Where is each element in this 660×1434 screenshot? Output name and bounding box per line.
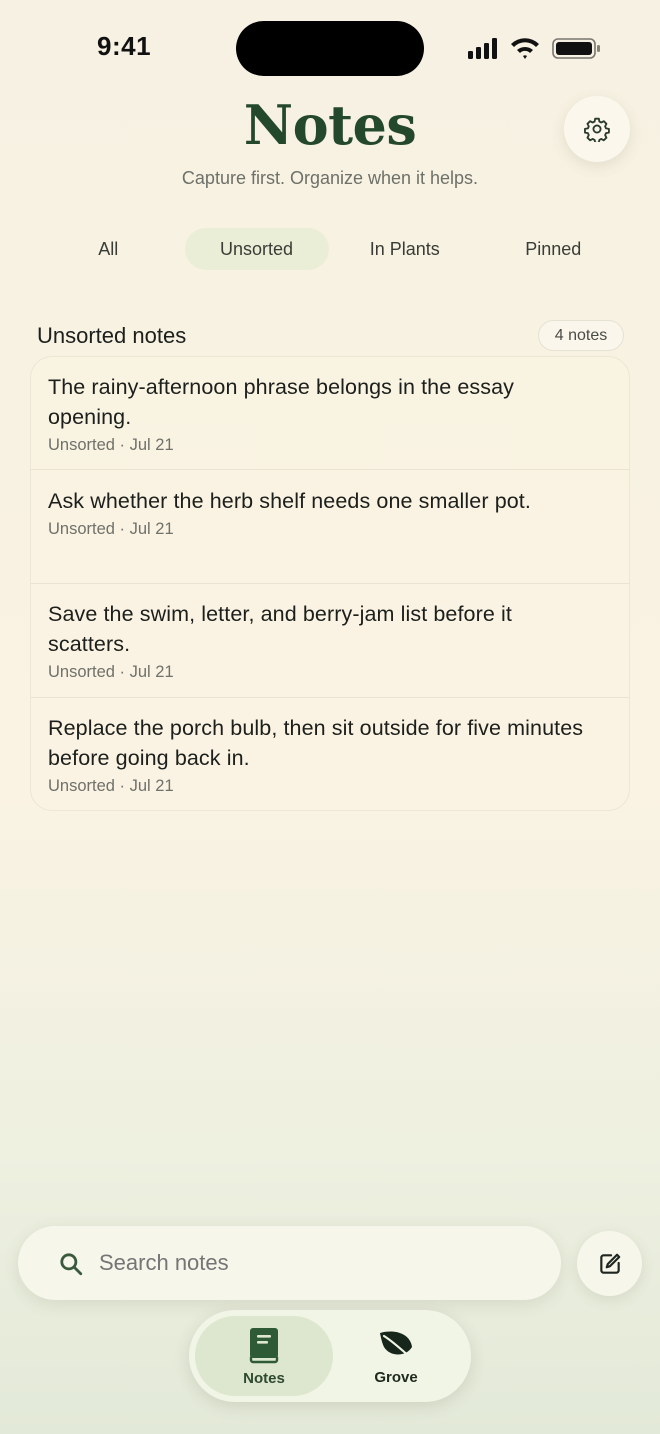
battery-icon <box>552 38 600 59</box>
note-meta: Unsorted · Jul 21 <box>48 777 174 795</box>
page-subtitle: Capture first. Organize when it helps. <box>181 168 479 188</box>
tab-pinned[interactable]: Pinned <box>479 228 628 270</box>
status-bar: 9:41 <box>0 0 660 96</box>
list-item[interactable]: Save the swim, letter, and berry-jam lis… <box>31 584 629 698</box>
note-text: The rainy-afternoon phrase belongs in th… <box>48 375 515 429</box>
status-icons <box>468 38 600 59</box>
note-meta: Unsorted · Jul 21 <box>48 436 174 454</box>
tab-in-plants[interactable]: In Plants <box>331 228 480 270</box>
tab-unsorted[interactable]: Unsorted <box>184 228 329 270</box>
bottom-tab-bar: Notes Grove <box>189 1310 471 1402</box>
note-meta: Unsorted · Jul 21 <box>48 663 174 681</box>
filter-tabs: All Unsorted In Plants Pinned <box>34 228 628 270</box>
search-bar[interactable] <box>18 1226 561 1300</box>
list-item[interactable]: Ask whether the herb shelf needs one sma… <box>31 470 629 584</box>
compose-icon <box>599 1253 620 1274</box>
notebook-icon <box>249 1327 279 1363</box>
search-icon <box>60 1253 83 1276</box>
tabbar-label-notes: Notes <box>243 1369 285 1387</box>
list-item[interactable]: Replace the porch bulb, then sit outside… <box>31 698 629 810</box>
section-title: Unsorted notes <box>37 323 187 348</box>
leaf-icon <box>380 1331 414 1360</box>
page-title: Notes <box>243 93 417 157</box>
compose-button[interactable] <box>577 1231 642 1296</box>
gear-icon <box>584 117 610 142</box>
note-text: Save the swim, letter, and berry-jam lis… <box>48 602 512 656</box>
settings-button[interactable] <box>564 96 630 162</box>
list-item[interactable]: The rainy-afternoon phrase belongs in th… <box>31 357 629 470</box>
tabbar-label-grove: Grove <box>374 1368 418 1386</box>
dynamic-island <box>236 21 424 76</box>
tabbar-item-grove[interactable]: Grove <box>327 1316 465 1396</box>
status-time: 9:41 <box>97 31 152 61</box>
note-meta: Unsorted · Jul 21 <box>48 520 174 538</box>
signal-icon <box>468 38 497 59</box>
search-input[interactable] <box>99 1250 539 1276</box>
tab-all[interactable]: All <box>34 228 183 270</box>
tabbar-item-notes[interactable]: Notes <box>195 1316 333 1396</box>
note-text: Ask whether the herb shelf needs one sma… <box>48 489 531 513</box>
wifi-icon <box>511 38 539 59</box>
notes-list: The rainy-afternoon phrase belongs in th… <box>30 356 630 811</box>
notes-count-badge: 4 notes <box>538 320 624 351</box>
note-text: Replace the porch bulb, then sit outside… <box>48 716 584 770</box>
